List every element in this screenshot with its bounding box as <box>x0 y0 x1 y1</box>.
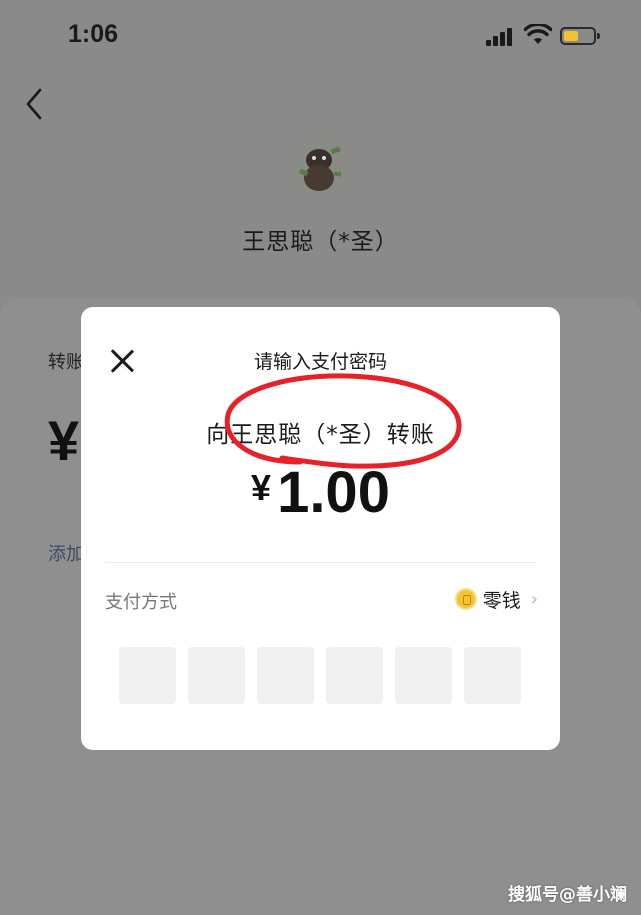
payment-method-value: 零钱 <box>482 589 521 612</box>
payment-method-label: 支付方式 <box>105 592 177 613</box>
pin-digit-box[interactable] <box>395 647 452 704</box>
amount-value: 1.00 <box>277 460 390 525</box>
dialog-title: 请输入支付密码 <box>253 351 387 373</box>
dialog-amount: ¥1.00 <box>81 459 560 526</box>
dialog-payee: 向王思聪（*圣）转账 <box>206 422 435 448</box>
pin-digit-box[interactable] <box>464 647 521 704</box>
pin-digit-box[interactable] <box>326 647 383 704</box>
watermark: 搜狐号@善小斓 <box>508 885 627 905</box>
pin-digit-box[interactable] <box>257 647 314 704</box>
currency-symbol: ¥ <box>251 467 272 508</box>
payment-method-selector[interactable]: 零钱 › <box>454 585 538 613</box>
transfer-label: 转账 <box>48 352 84 373</box>
avatar <box>289 136 351 198</box>
pin-input[interactable] <box>119 647 521 704</box>
password-dialog: 请输入支付密码 向王思聪（*圣）转账 ¥1.00 支付方式 零钱 › <box>81 307 560 750</box>
pin-digit-box[interactable] <box>119 647 176 704</box>
divider <box>105 562 536 563</box>
wifi-icon <box>524 24 552 44</box>
pin-digit-box[interactable] <box>188 647 245 704</box>
add-note-link[interactable]: 添加 <box>48 540 84 566</box>
payee-name: 王思聪（*圣） <box>242 229 399 255</box>
status-time: 1:06 <box>68 20 119 48</box>
battery-icon <box>560 27 600 45</box>
transfer-currency: ¥ <box>48 409 80 472</box>
coin-icon <box>454 588 477 610</box>
signal-icon <box>486 28 514 46</box>
back-arrow-icon[interactable] <box>20 86 50 122</box>
chevron-right-icon: › <box>530 588 538 610</box>
status-bar: 1:06 <box>0 0 641 70</box>
